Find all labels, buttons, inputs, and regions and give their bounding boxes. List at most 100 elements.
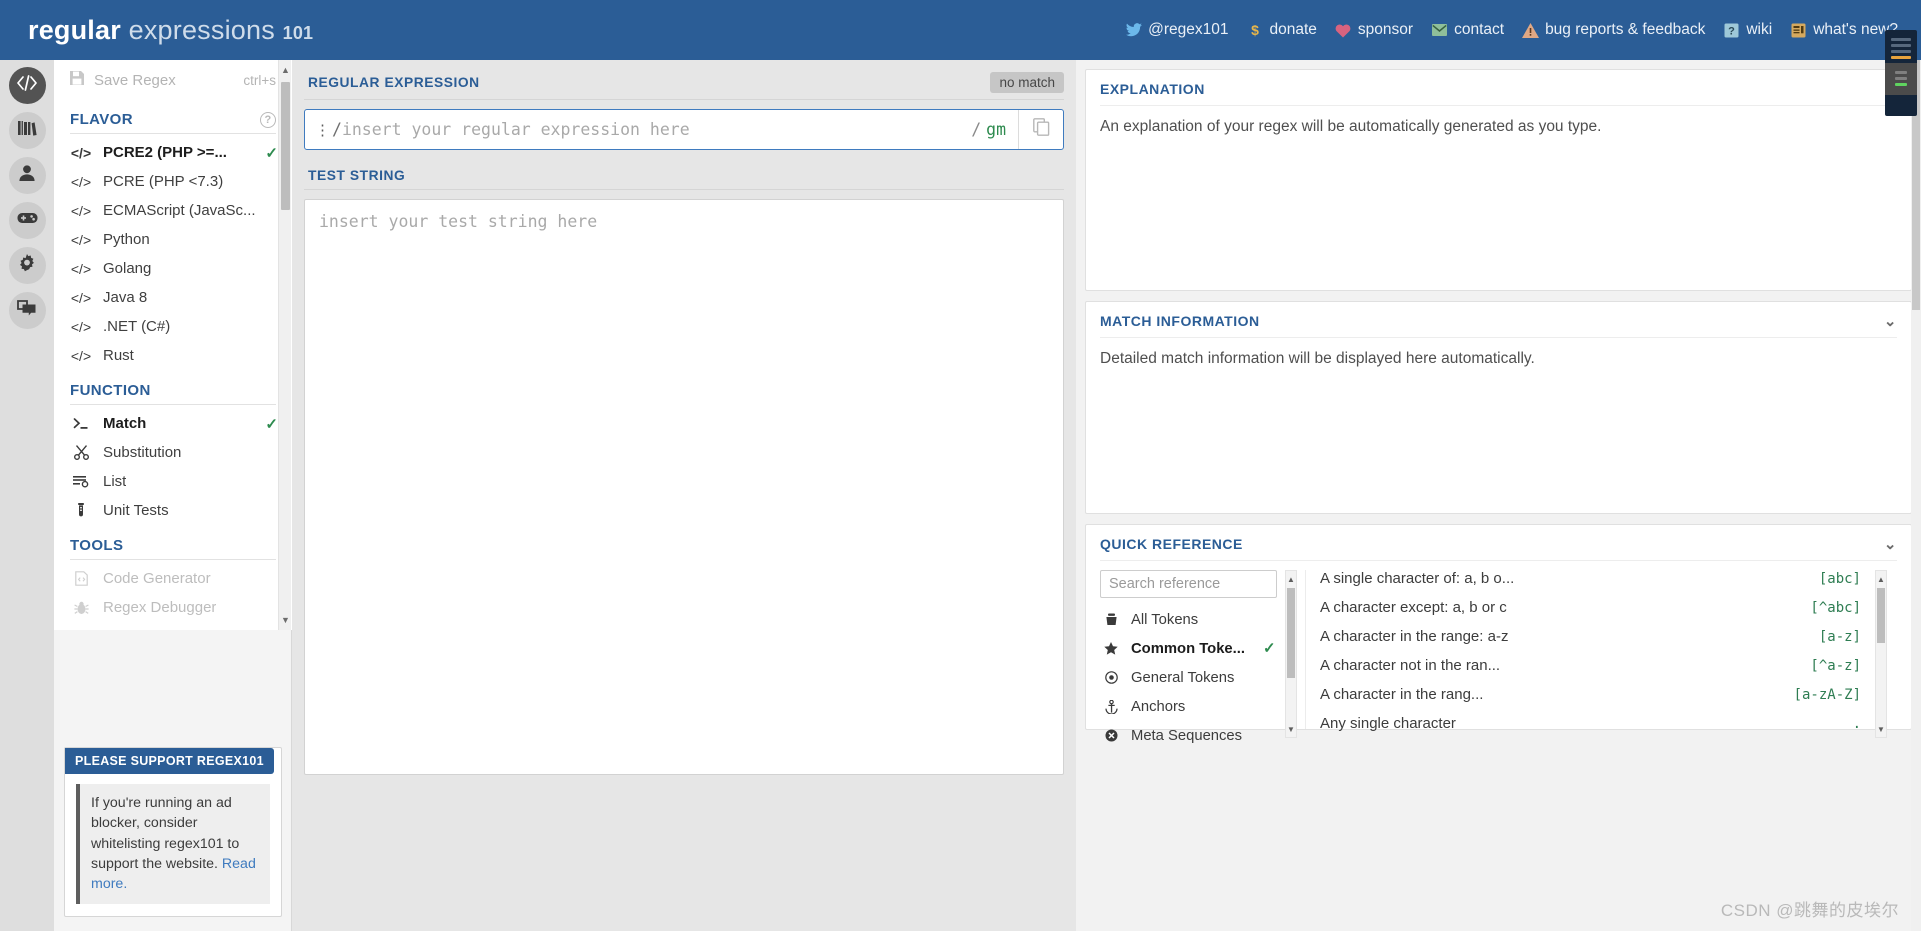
nav-donate[interactable]: $ donate <box>1238 21 1326 39</box>
qr-category-label: General Tokens <box>1131 669 1235 686</box>
anchor-icon <box>1103 699 1119 714</box>
tool-item-regex-debugger[interactable]: Regex Debugger <box>54 593 292 622</box>
function-item-list[interactable]: List <box>54 467 292 496</box>
regex-input-field[interactable]: ⋮ / insert your regular expression here <box>305 110 959 149</box>
flavor-item-dotnet[interactable]: </> .NET (C#) <box>54 312 292 341</box>
chevron-down-icon[interactable]: ⌄ <box>1884 312 1897 330</box>
flavor-item-rust[interactable]: </> Rust <box>54 341 292 370</box>
match-information-title: MATCH INFORMATION <box>1100 313 1260 329</box>
copy-icon <box>1032 118 1050 141</box>
chevron-up-icon[interactable]: ▲ <box>1876 572 1886 586</box>
nav-contact[interactable]: contact <box>1422 21 1513 39</box>
quick-reference-entries-scrollbar[interactable]: ▲ ▼ <box>1875 570 1887 738</box>
meta-icon <box>1103 729 1119 742</box>
quick-reference-entries-pane: A single character of: a, b o... [abc] A… <box>1305 570 1897 738</box>
widget-line <box>1891 38 1911 41</box>
flag-global[interactable]: g <box>986 120 996 139</box>
tokens-icon <box>1103 613 1119 626</box>
match-information-header: MATCH INFORMATION ⌄ <box>1100 312 1897 338</box>
flavor-item-python[interactable]: </> Python <box>54 225 292 254</box>
scrollbar-thumb[interactable] <box>1287 588 1295 678</box>
nav-sponsor[interactable]: sponsor <box>1326 21 1422 39</box>
rail-button-community[interactable] <box>8 292 46 329</box>
nav-wiki[interactable]: ? wiki <box>1714 21 1781 39</box>
save-regex-label: Save Regex <box>94 71 176 89</box>
rail-button-library[interactable] <box>8 112 46 149</box>
chevron-up-icon[interactable]: ▲ <box>279 62 292 78</box>
flavor-item-ecmascript[interactable]: </> ECMAScript (JavaSc... <box>54 196 292 225</box>
qr-entry-row[interactable]: A character except: a, b or c [^abc] <box>1320 599 1897 628</box>
regular-expression-label-row: REGULAR EXPRESSION no match <box>304 68 1064 100</box>
sidebar-scrollbar[interactable]: ▲ ▼ <box>278 60 291 630</box>
code-tag-icon: </> <box>70 289 92 306</box>
function-item-unit-tests[interactable]: Unit Tests <box>54 496 292 525</box>
nav-bug-reports[interactable]: bug reports & feedback <box>1513 21 1714 39</box>
prompt-icon <box>72 417 90 430</box>
function-label: Unit Tests <box>103 502 169 519</box>
code-tag-icon: </> <box>70 202 92 219</box>
save-regex-button[interactable]: Save Regex ctrl+s <box>54 60 292 99</box>
rail-button-settings[interactable] <box>8 247 46 284</box>
qr-category-all-tokens[interactable]: All Tokens <box>1100 605 1305 634</box>
qr-entry-desc: A character not in the ran... <box>1320 657 1501 674</box>
save-regex-shortcut: ctrl+s <box>243 72 276 88</box>
support-box-text: If you're running an ad blocker, conside… <box>76 784 270 904</box>
rail-button-editor[interactable] <box>8 67 46 104</box>
page-scrollbar[interactable] <box>1911 60 1921 931</box>
nav-twitter[interactable]: @regex101 <box>1116 21 1237 39</box>
tool-item-code-generator[interactable]: Code Generator <box>54 564 292 593</box>
top-header-bar: regular expressions 101 @regex101 $ dona… <box>0 0 1921 60</box>
chevron-up-icon[interactable]: ▲ <box>1286 572 1296 586</box>
drag-handle-icon[interactable]: ⋮ <box>315 121 330 139</box>
scissors-icon <box>72 445 90 460</box>
flavor-title-text: FLAVOR <box>70 111 133 128</box>
chevron-down-icon[interactable]: ⌄ <box>1884 535 1897 553</box>
floating-widget-overlay[interactable] <box>1885 30 1917 116</box>
rail-button-account[interactable] <box>8 157 46 194</box>
qr-category-meta-sequences[interactable]: Meta Sequences <box>1100 721 1305 750</box>
qr-category-general-tokens[interactable]: General Tokens <box>1100 663 1305 692</box>
qr-entry-row[interactable]: A single character of: a, b o... [abc] <box>1320 570 1897 599</box>
check-icon: ✓ <box>265 415 278 433</box>
flavor-item-pcre[interactable]: </> PCRE (PHP <7.3) <box>54 167 292 196</box>
flavor-label: Java 8 <box>103 289 148 306</box>
flavor-item-golang[interactable]: </> Golang <box>54 254 292 283</box>
chevron-down-icon[interactable]: ▼ <box>1876 722 1886 736</box>
flavor-item-pcre2[interactable]: </> PCRE2 (PHP >=... ✓ <box>54 138 292 167</box>
help-icon[interactable]: ? <box>260 111 276 128</box>
search-reference-input[interactable] <box>1100 570 1277 598</box>
test-string-label: TEST STRING <box>308 168 406 183</box>
support-box: PLEASE SUPPORT REGEX101 If you're runnin… <box>64 747 282 917</box>
flavor-item-java8[interactable]: </> Java 8 <box>54 283 292 312</box>
regex-flags[interactable]: / gm <box>959 110 1019 149</box>
qr-category-common-tokens[interactable]: Common Toke... ✓ <box>1100 634 1305 663</box>
gear-icon <box>18 254 36 277</box>
qr-entry-desc: A character in the rang... <box>1320 686 1484 703</box>
qr-entry-row[interactable]: A character in the rang... [a-zA-Z] <box>1320 686 1897 715</box>
scrollbar-thumb[interactable] <box>1877 588 1885 643</box>
widget-line <box>1891 50 1911 53</box>
qr-entry-row[interactable]: A character not in the ran... [^a-z] <box>1320 657 1897 686</box>
chevron-down-icon[interactable]: ▼ <box>279 612 292 628</box>
qr-category-anchors[interactable]: Anchors <box>1100 692 1305 721</box>
qr-entry-row[interactable]: A character in the range: a-z [a-z] <box>1320 628 1897 657</box>
widget-line <box>1891 44 1911 47</box>
function-item-substitution[interactable]: Substitution <box>54 438 292 467</box>
copy-regex-button[interactable] <box>1019 110 1063 149</box>
chevron-down-icon[interactable]: ▼ <box>1286 722 1296 736</box>
widget-line <box>1895 77 1907 80</box>
qr-entry-row[interactable]: Any single character . <box>1320 715 1897 744</box>
brand-word-regular: regular <box>28 14 121 45</box>
check-icon: ✓ <box>1263 641 1276 657</box>
widget-line-accent <box>1895 83 1907 86</box>
sidebar-scroll-area: Save Regex ctrl+s FLAVOR ? </> PCRE2 (PH… <box>54 60 292 630</box>
quick-reference-categories-scrollbar[interactable]: ▲ ▼ <box>1285 570 1297 738</box>
flag-multiline[interactable]: m <box>996 120 1006 139</box>
function-item-match[interactable]: Match ✓ <box>54 409 292 438</box>
site-logo[interactable]: regular expressions 101 <box>28 15 313 46</box>
test-string-editor[interactable]: insert your test string here <box>304 199 1064 775</box>
rail-button-sponsor-game[interactable] <box>8 202 46 239</box>
regex-input-box[interactable]: ⋮ / insert your regular expression here … <box>304 109 1064 150</box>
scrollbar-thumb[interactable] <box>281 82 290 210</box>
quick-reference-title: QUICK REFERENCE <box>1100 536 1243 552</box>
